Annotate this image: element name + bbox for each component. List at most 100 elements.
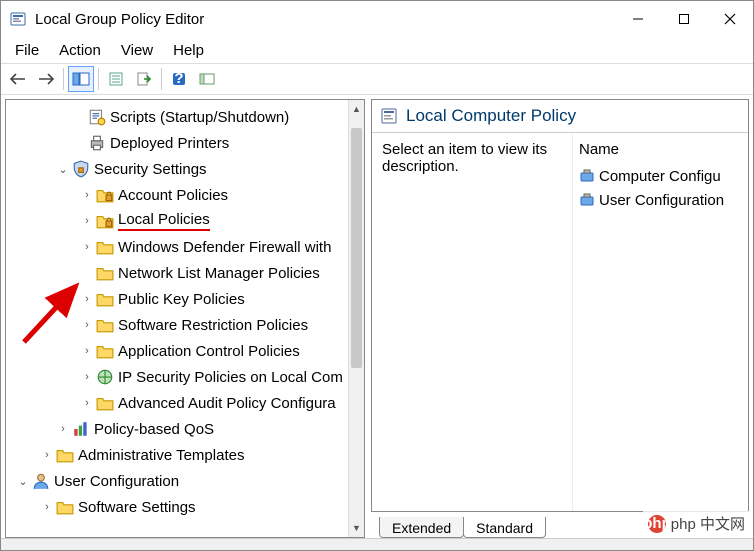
chevron-right-icon[interactable]: › bbox=[80, 189, 94, 201]
tree-item-label: Software Restriction Policies bbox=[118, 317, 308, 334]
tree-item-label: IP Security Policies on Local Com bbox=[118, 369, 343, 386]
help-button[interactable]: ? bbox=[166, 66, 192, 92]
scroll-down-button[interactable]: ▼ bbox=[349, 519, 364, 537]
ipsec-icon bbox=[96, 368, 114, 386]
chevron-right-icon[interactable]: › bbox=[40, 501, 54, 513]
tree-item[interactable]: Scripts (Startup/Shutdown) bbox=[6, 104, 364, 130]
tree-item[interactable]: ›Policy-based QoS bbox=[6, 416, 364, 442]
properties-button[interactable] bbox=[103, 66, 129, 92]
folder-icon bbox=[56, 498, 74, 516]
list-item-label: Computer Configu bbox=[599, 168, 721, 185]
folder-lock-icon bbox=[96, 186, 114, 204]
shield-icon bbox=[72, 160, 90, 178]
list-item[interactable]: Computer Configu bbox=[579, 164, 742, 188]
tree-item[interactable]: ⌄ Security Settings bbox=[6, 156, 364, 182]
tree-item[interactable]: › Administrative Templates bbox=[6, 442, 364, 468]
chevron-right-icon[interactable]: › bbox=[80, 371, 94, 383]
column-header-name[interactable]: Name bbox=[579, 141, 742, 158]
close-button[interactable] bbox=[707, 1, 753, 37]
tree-item[interactable]: › Software Settings bbox=[6, 494, 364, 520]
chevron-right-icon[interactable]: › bbox=[56, 423, 70, 435]
chevron-right-icon[interactable]: › bbox=[80, 215, 94, 227]
tab-extended[interactable]: Extended bbox=[379, 517, 464, 538]
bars-icon bbox=[72, 420, 90, 438]
folder-icon bbox=[96, 394, 114, 412]
tree-item[interactable]: › Public Key Policies bbox=[6, 286, 364, 312]
tree-item-label: Local Policies bbox=[118, 211, 210, 231]
back-button[interactable] bbox=[5, 66, 31, 92]
show-tree-button[interactable] bbox=[68, 66, 94, 92]
tab-standard[interactable]: Standard bbox=[463, 517, 546, 538]
folder-icon bbox=[56, 446, 74, 464]
scroll-thumb[interactable] bbox=[351, 128, 362, 368]
tree-item[interactable]: › Software Restriction Policies bbox=[6, 312, 364, 338]
filter-button[interactable] bbox=[194, 66, 220, 92]
tree-item-label: Scripts (Startup/Shutdown) bbox=[110, 109, 289, 126]
user-icon bbox=[32, 472, 50, 490]
export-button[interactable] bbox=[131, 66, 157, 92]
tree-item[interactable]: ›Account Policies bbox=[6, 182, 364, 208]
tree-item-label: Deployed Printers bbox=[110, 135, 229, 152]
tree-item[interactable]: ›Windows Defender Firewall with bbox=[6, 234, 364, 260]
tree-item[interactable]: › Advanced Audit Policy Configura bbox=[6, 390, 364, 416]
folder-lock-icon bbox=[96, 212, 114, 230]
chevron-right-icon[interactable]: › bbox=[80, 397, 94, 409]
detail-title: Local Computer Policy bbox=[406, 106, 576, 126]
detail-list: Name Computer Configu User Configuration bbox=[572, 133, 748, 511]
tree-item[interactable]: › Local Policies bbox=[6, 208, 364, 234]
folder-icon bbox=[96, 238, 114, 256]
script-icon bbox=[88, 108, 106, 126]
tree-item-label: User Configuration bbox=[54, 473, 179, 490]
folder-icon bbox=[96, 342, 114, 360]
folder-icon bbox=[96, 264, 114, 282]
config-icon bbox=[579, 168, 595, 184]
tree-item[interactable]: Deployed Printers bbox=[6, 130, 364, 156]
maximize-button[interactable] bbox=[661, 1, 707, 37]
scroll-up-button[interactable]: ▲ bbox=[349, 100, 364, 118]
app-icon bbox=[9, 10, 27, 28]
chevron-right-icon[interactable]: › bbox=[80, 293, 94, 305]
tree-item-label: Advanced Audit Policy Configura bbox=[118, 395, 336, 412]
watermark-text: php 中文网 bbox=[671, 513, 745, 534]
php-logo-icon: php bbox=[647, 514, 667, 534]
config-icon bbox=[579, 192, 595, 208]
forward-button[interactable] bbox=[33, 66, 59, 92]
tree-item-label: Public Key Policies bbox=[118, 291, 245, 308]
menu-bar: File Action View Help bbox=[1, 37, 753, 63]
toolbar-separator bbox=[63, 68, 64, 90]
detail-description: Select an item to view its description. bbox=[372, 133, 572, 511]
tree-item-label: Security Settings bbox=[94, 161, 207, 178]
tree-item-label: Administrative Templates bbox=[78, 447, 244, 464]
printer-icon bbox=[88, 134, 106, 152]
tree-scrollbar[interactable]: ▲ ▼ bbox=[348, 100, 364, 537]
tree-item[interactable]: ⌄ User Configuration bbox=[6, 468, 364, 494]
chevron-right-icon[interactable]: › bbox=[80, 345, 94, 357]
tree-item[interactable]: › IP Security Policies on Local Com bbox=[6, 364, 364, 390]
svg-text:php: php bbox=[647, 515, 667, 532]
tree-item[interactable]: › Application Control Policies bbox=[6, 338, 364, 364]
toolbar-separator bbox=[98, 68, 99, 90]
tree-item-label: Application Control Policies bbox=[118, 343, 300, 360]
svg-text:?: ? bbox=[174, 71, 183, 87]
minimize-button[interactable] bbox=[615, 1, 661, 37]
menu-help[interactable]: Help bbox=[165, 40, 212, 61]
tree-item-label: Network List Manager Policies bbox=[118, 265, 320, 282]
tree-item-label: Software Settings bbox=[78, 499, 196, 516]
tree-pane[interactable]: Scripts (Startup/Shutdown) Deployed Print… bbox=[5, 99, 365, 538]
chevron-down-icon[interactable]: ⌄ bbox=[16, 475, 30, 488]
chevron-right-icon[interactable]: › bbox=[40, 449, 54, 461]
toolbar: ? bbox=[1, 63, 753, 95]
tree-item[interactable]: Network List Manager Policies bbox=[6, 260, 364, 286]
menu-action[interactable]: Action bbox=[51, 40, 109, 61]
menu-view[interactable]: View bbox=[113, 40, 161, 61]
detail-pane: Local Computer Policy Select an item to … bbox=[371, 99, 749, 512]
chevron-down-icon[interactable]: ⌄ bbox=[56, 163, 70, 176]
title-bar: Local Group Policy Editor bbox=[1, 1, 753, 37]
chevron-right-icon[interactable]: › bbox=[80, 319, 94, 331]
window-title: Local Group Policy Editor bbox=[35, 11, 615, 28]
policy-icon bbox=[380, 107, 398, 125]
chevron-right-icon[interactable]: › bbox=[80, 241, 94, 253]
folder-icon bbox=[96, 316, 114, 334]
menu-file[interactable]: File bbox=[7, 40, 47, 61]
list-item[interactable]: User Configuration bbox=[579, 188, 742, 212]
